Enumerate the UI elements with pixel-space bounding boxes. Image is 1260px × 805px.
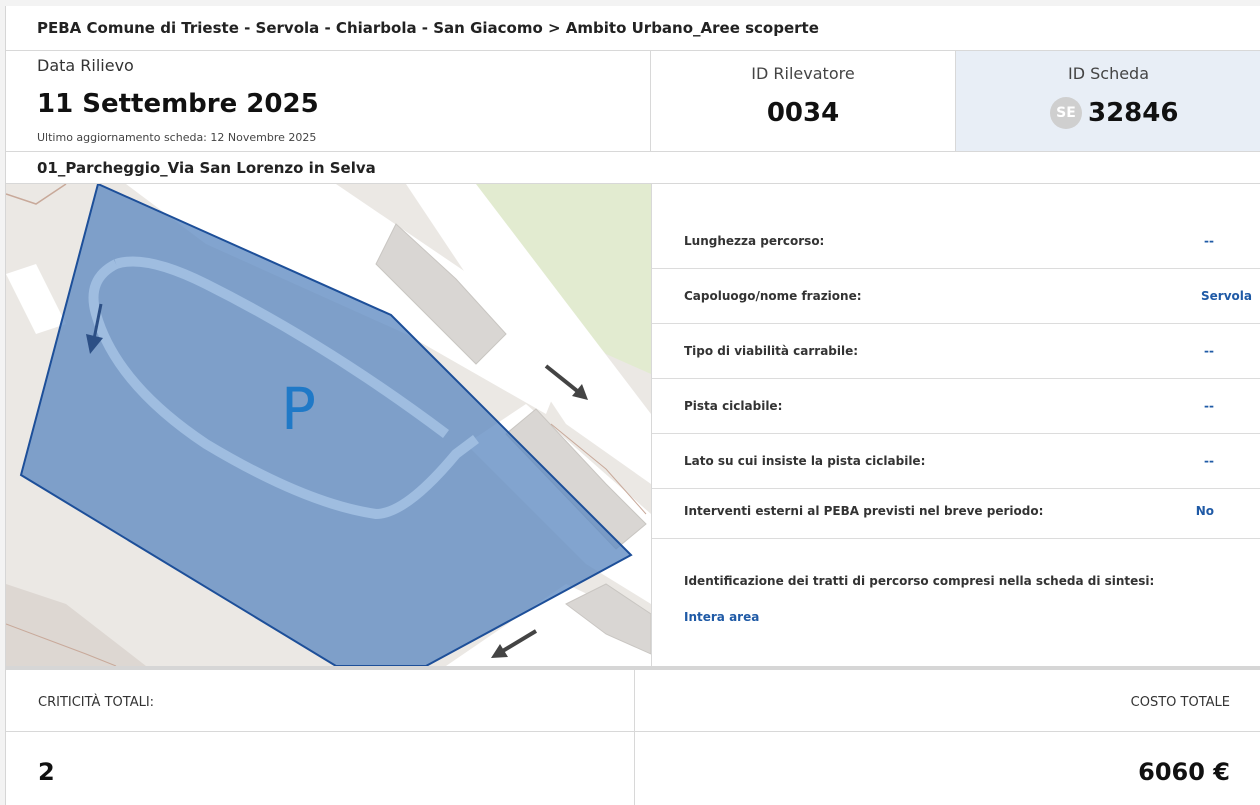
totals-footer: CRITICITÀ TOTALI: 2 COSTO TOTALE 6060 € bbox=[6, 666, 1260, 805]
cost-panel: COSTO TOTALE 6060 € bbox=[635, 670, 1260, 805]
survey-date-value: 11 Settembre 2025 bbox=[37, 89, 319, 119]
total-cost-label: COSTO TOTALE bbox=[1130, 695, 1230, 710]
property-label: Interventi esterni al PEBA previsti nel … bbox=[684, 504, 1044, 518]
property-row: Tipo di viabilità carrabile: -- bbox=[652, 324, 1260, 379]
sheet-id-label: ID Scheda bbox=[1067, 64, 1150, 83]
sheet-id-panel: ID Scheda SE 32846 bbox=[956, 51, 1260, 151]
criticalities-value: 2 bbox=[38, 758, 55, 786]
property-row: Interventi esterni al PEBA previsti nel … bbox=[652, 484, 1260, 539]
section-title: 01_Parcheggio_Via San Lorenzo in Selva bbox=[6, 152, 1260, 184]
survey-date-panel: Data Rilievo 11 Settembre 2025 Ultimo ag… bbox=[6, 51, 651, 151]
property-row: Pista ciclabile: -- bbox=[652, 379, 1260, 434]
sheet-info-row: Data Rilievo 11 Settembre 2025 Ultimo ag… bbox=[6, 51, 1260, 152]
property-value: -- bbox=[1204, 344, 1214, 358]
property-label: Pista ciclabile: bbox=[684, 399, 783, 413]
property-label: Lato su cui insiste la pista ciclabile: bbox=[684, 454, 926, 468]
property-row: Lunghezza percorso: -- bbox=[652, 214, 1260, 269]
property-value: -- bbox=[1204, 234, 1214, 248]
property-label: Capoluogo/nome frazione: bbox=[684, 289, 862, 303]
segments-label: Identificazione dei tratti di percorso c… bbox=[684, 574, 1155, 588]
breadcrumb: PEBA Comune di Trieste - Servola - Chiar… bbox=[6, 6, 1260, 51]
property-label: Lunghezza percorso: bbox=[684, 234, 825, 248]
property-value: -- bbox=[1204, 454, 1214, 468]
map-view[interactable]: P bbox=[6, 184, 651, 666]
properties-panel: Lunghezza percorso: -- Capoluogo/nome fr… bbox=[651, 184, 1260, 666]
survey-sheet: PEBA Comune di Trieste - Servola - Chiar… bbox=[5, 6, 1260, 805]
last-update-text: Ultimo aggiornamento scheda: 12 Novembre… bbox=[37, 131, 317, 144]
surveyor-id-label: ID Rilevatore bbox=[751, 64, 855, 83]
segments-link[interactable]: Intera area bbox=[684, 610, 759, 624]
total-cost-value: 6060 € bbox=[1138, 758, 1230, 786]
property-label: Tipo di viabilità carrabile: bbox=[684, 344, 859, 358]
sheet-id-value: 32846 bbox=[1088, 98, 1179, 128]
surveyor-id-value: 0034 bbox=[766, 98, 840, 128]
survey-date-label: Data Rilievo bbox=[37, 56, 134, 75]
criticalities-panel: CRITICITÀ TOTALI: 2 bbox=[6, 670, 635, 805]
property-row: Lato su cui insiste la pista ciclabile: … bbox=[652, 434, 1260, 489]
segments-block: Identificazione dei tratti di percorso c… bbox=[652, 539, 1260, 666]
property-value: Servola bbox=[1201, 289, 1252, 303]
map-canvas: P bbox=[6, 184, 651, 666]
parking-symbol: P bbox=[281, 375, 316, 443]
property-row: Capoluogo/nome frazione: Servola bbox=[652, 269, 1260, 324]
property-value: No bbox=[1195, 504, 1214, 518]
divider bbox=[6, 731, 1260, 732]
property-value: -- bbox=[1204, 399, 1214, 413]
criticalities-label: CRITICITÀ TOTALI: bbox=[38, 695, 155, 710]
surveyor-id-panel: ID Rilevatore 0034 bbox=[651, 51, 956, 151]
sheet-type-badge: SE bbox=[1050, 97, 1082, 129]
